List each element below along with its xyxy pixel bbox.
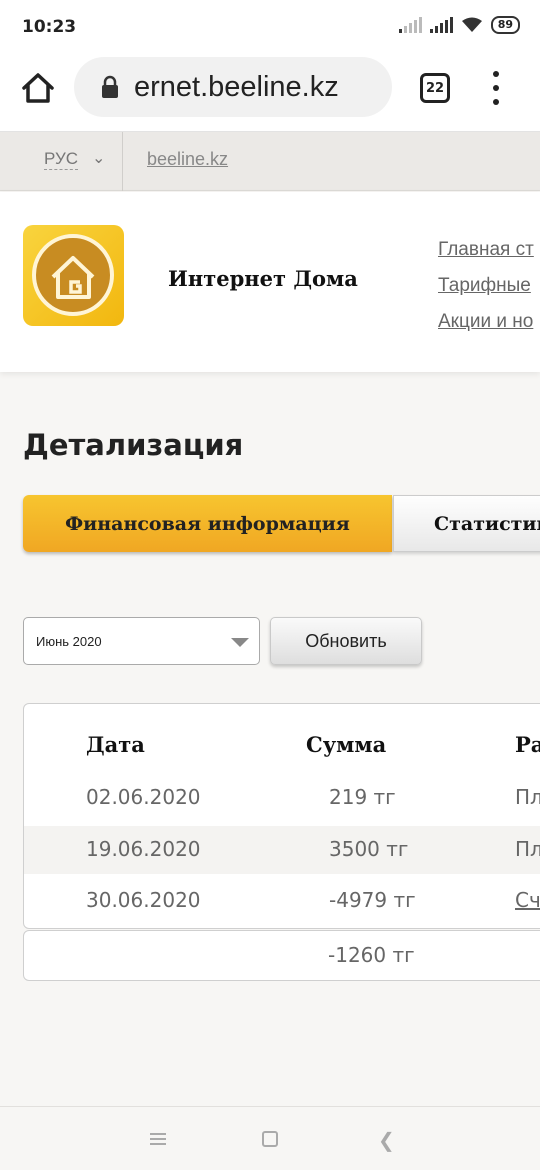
transactions-table: Дата Сумма Ра 02.06.2020 219 тг Пл 19.06… [23,703,540,929]
row-type: Пл [515,837,540,861]
beeline-home-link[interactable]: beeline.kz [147,149,228,170]
total-amount: -1260 тг [328,943,415,967]
battery-indicator: 89 [490,16,520,34]
table-row: 30.06.2020 -4979 тг Сч [24,877,540,925]
month-select-value: Июнь 2020 [36,633,102,649]
home-internet-logo[interactable] [23,225,124,326]
divider [122,132,123,191]
row-amount: -4979 тг [329,888,416,912]
refresh-button[interactable]: Обновить [270,617,422,665]
status-icons: 89 [398,16,520,34]
row-type-link[interactable]: Сч [515,888,540,912]
row-date: 19.06.2020 [86,837,201,861]
column-header-date: Дата [86,732,145,757]
back-icon[interactable]: ❮ [378,1128,395,1152]
browser-menu-icon[interactable] [488,71,504,105]
site-header: Интернет Дома Главная ст Тарифные Акции … [0,192,540,372]
service-title: Интернет Дома [168,266,358,291]
tab-financial-info[interactable]: Финансовая информация [23,495,392,552]
url-text: ernet.beeline.kz [134,70,339,103]
row-amount: 219 тг [329,785,396,809]
home-button-icon[interactable] [262,1131,278,1147]
row-date: 02.06.2020 [86,785,201,809]
system-nav-bar: ❮ [0,1106,540,1170]
row-amount: 3500 тг [329,837,409,861]
row-type: Пл [515,785,540,809]
status-bar: 10:23 89 [0,0,540,56]
nav-home-link[interactable]: Главная ст [438,232,540,268]
signal-weak-icon [398,17,422,33]
month-select[interactable]: Июнь 2020 [23,617,260,665]
status-time: 10:23 [22,17,77,37]
recents-icon[interactable] [150,1133,166,1145]
nav-promos-link[interactable]: Акции и но [438,304,540,340]
dropdown-arrow-icon [231,638,249,647]
address-bar[interactable]: ernet.beeline.kz [74,57,392,117]
browser-toolbar: ernet.beeline.kz 22 [0,56,540,132]
row-date: 30.06.2020 [86,888,201,912]
chevron-down-icon[interactable]: ⌄ [92,148,105,167]
home-icon[interactable] [18,68,58,108]
wifi-icon [461,17,482,32]
tab-switcher-button[interactable]: 22 [420,73,450,103]
table-row: 02.06.2020 219 тг Пл [24,774,540,822]
signal-icon [429,17,453,33]
lock-icon [102,75,118,98]
total-row: -1260 тг [23,930,540,981]
page-title: Детализация [23,428,244,462]
table-row: 19.06.2020 3500 тг Пл [24,826,540,874]
language-selector[interactable]: РУС [44,149,79,170]
column-header-amount: Сумма [306,732,387,757]
nav-tariffs-link[interactable]: Тарифные [438,268,540,304]
main-nav: Главная ст Тарифные Акции и но [438,232,540,340]
site-topbar: РУС ⌄ beeline.kz [0,132,540,191]
tab-statistics[interactable]: Статистик [393,495,540,552]
column-header-type: Ра [515,732,540,757]
